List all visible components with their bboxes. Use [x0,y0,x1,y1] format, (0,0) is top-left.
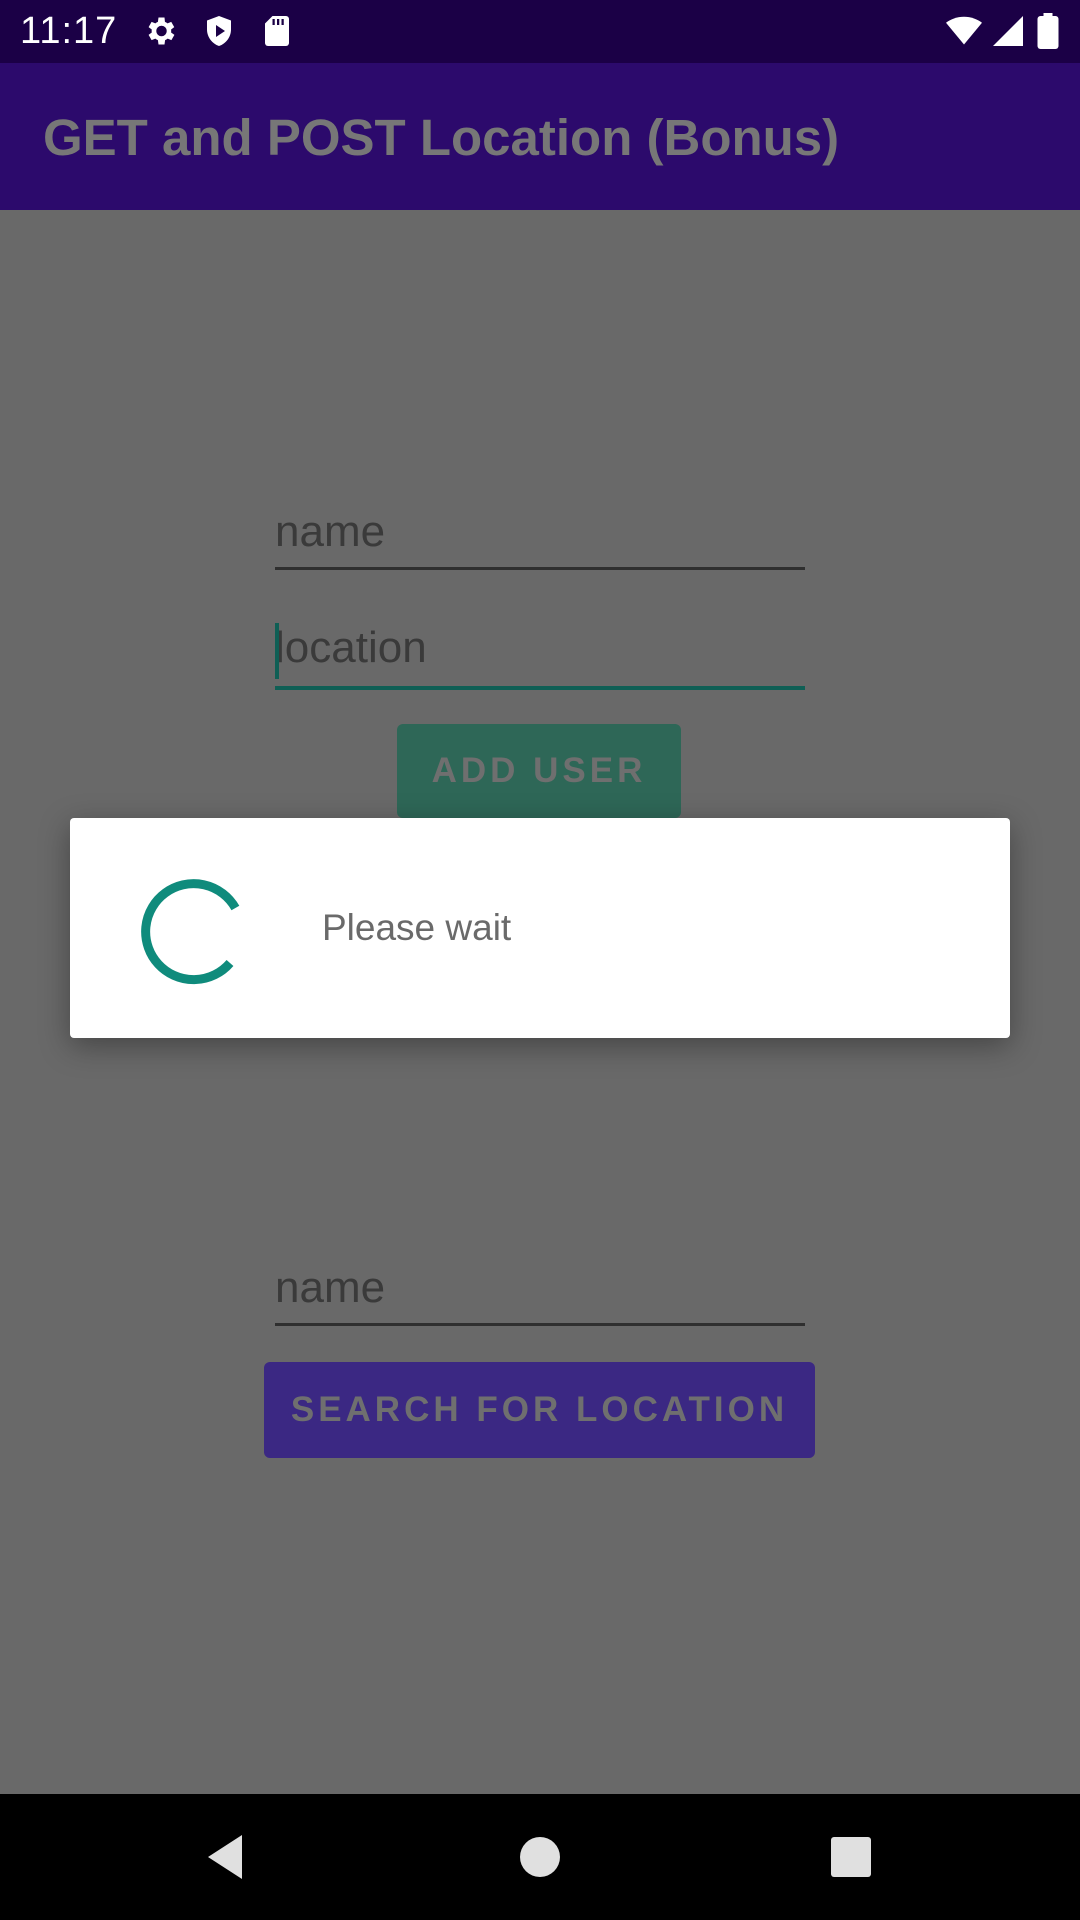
gear-icon [148,17,175,45]
back-icon[interactable] [198,1829,254,1885]
screen: 11:17 GET and POST Location (Bonus) name… [0,0,1080,1920]
cell-signal-icon [993,16,1023,46]
search-for-location-button[interactable]: SEARCH FOR LOCATION [264,1362,815,1458]
text-caret [275,623,279,679]
recents-icon[interactable] [823,1829,879,1885]
location-field[interactable] [275,618,805,690]
name-input-underline [275,567,805,570]
search-name-field[interactable] [275,1258,805,1326]
home-icon[interactable] [512,1829,568,1885]
progress-dialog: Please wait [70,818,1010,1038]
dialog-message: Please wait [322,907,512,948]
shield-play-icon [207,16,231,46]
add-user-button[interactable]: ADD USER [397,724,681,818]
status-bar: 11:17 [0,0,1080,63]
loading-spinner-icon [141,879,240,985]
navigation-bar [0,1794,1080,1920]
battery-icon [1037,13,1059,49]
app-title: GET and POST Location (Bonus) [43,109,840,166]
name-field[interactable] [275,502,805,570]
sd-card-icon [265,16,289,46]
location-input[interactable] [275,618,805,678]
search-name-input-underline [275,1323,805,1326]
name-input[interactable] [275,502,805,562]
location-input-underline [275,686,805,690]
status-time: 11:17 [20,10,118,52]
app-bar: GET and POST Location (Bonus) [0,63,1080,210]
wifi-icon [946,16,982,45]
search-name-input[interactable] [275,1258,805,1318]
